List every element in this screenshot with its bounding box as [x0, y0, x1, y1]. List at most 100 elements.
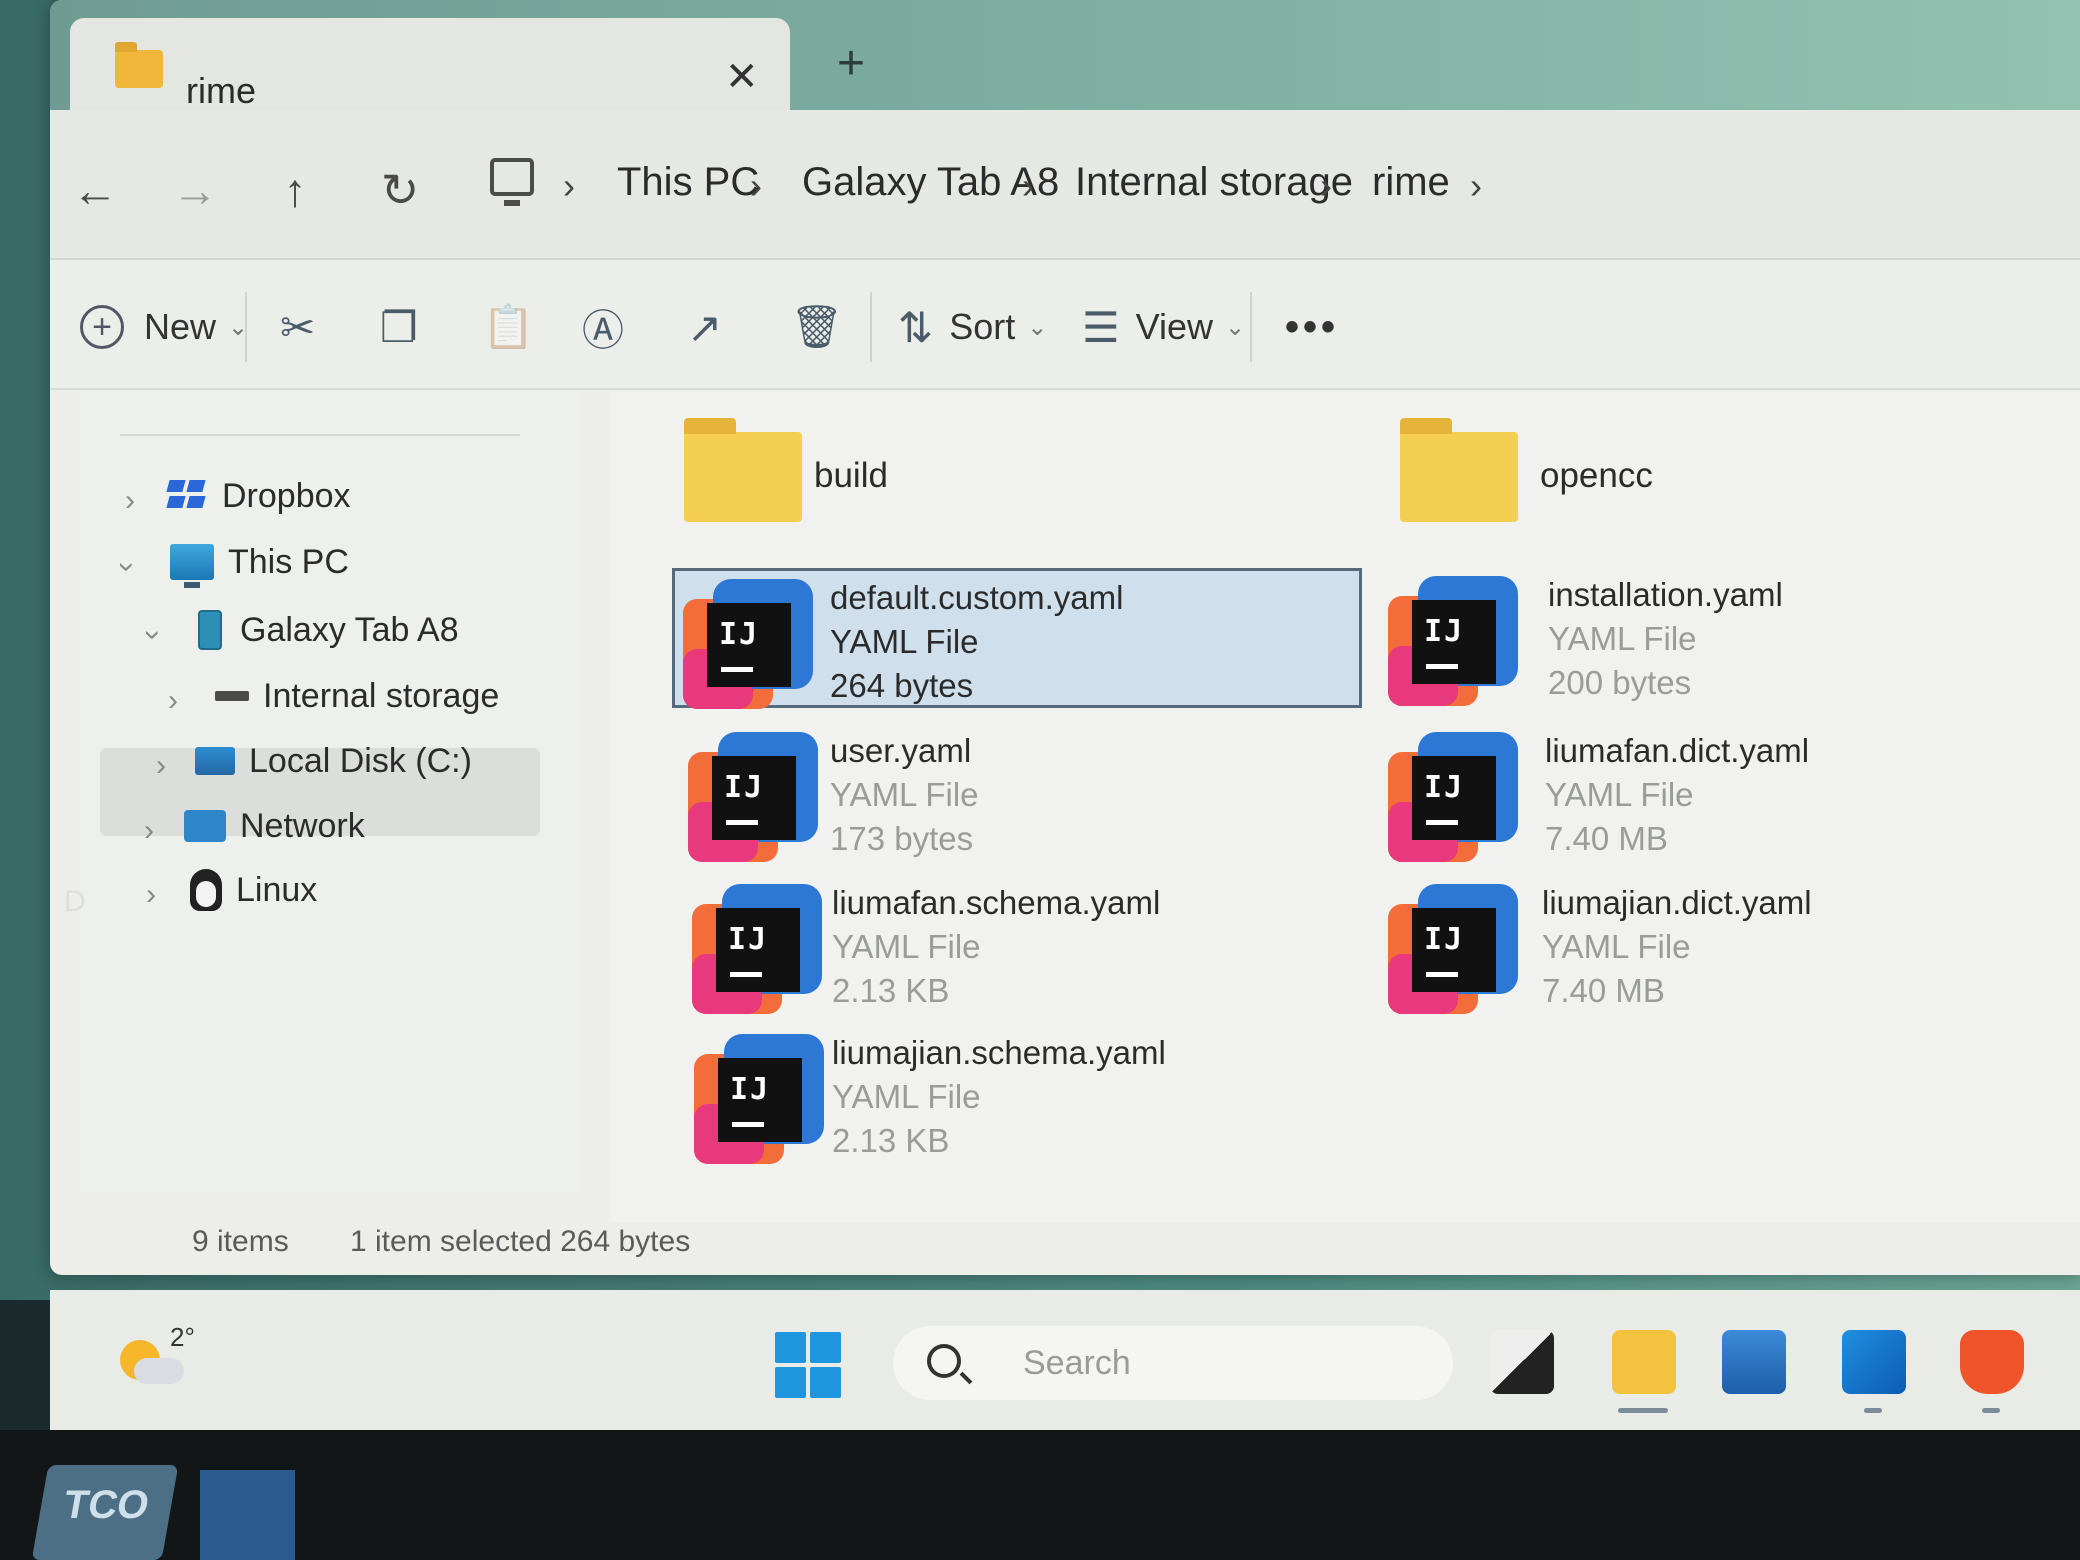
file-item[interactable]: IJ user.yaml YAML File 173 bytes [680, 724, 1370, 864]
sidebar-item-local-disk[interactable]: Local Disk (C:) [195, 725, 472, 797]
file-type: YAML File [830, 623, 979, 660]
running-app-indicator [1864, 1408, 1882, 1413]
close-tab-button[interactable]: ✕ [725, 54, 759, 100]
sidebar-item-dropbox[interactable]: Dropbox [166, 460, 351, 532]
sidebar-item-this-pc[interactable]: This PC [170, 526, 349, 598]
sort-button[interactable]: ⇅ Sort ⌄ [898, 302, 1047, 352]
sidebar-item-label: Internal storage [263, 676, 500, 715]
divider [245, 292, 247, 362]
chevron-down-icon: ⌄ [1225, 313, 1246, 341]
paste-button[interactable]: 📋 [482, 302, 534, 352]
file-explorer-window: rime ✕ + ← → ↑ ↻ › This PC › Galaxy Tab … [50, 0, 2080, 1275]
file-item[interactable]: IJ liumafan.schema.yaml YAML File 2.13 K… [684, 876, 1374, 1016]
chevron-right-icon[interactable]: › [1320, 165, 1332, 207]
taskbar-search-input[interactable]: Search [893, 1326, 1453, 1400]
more-options-button[interactable]: ••• [1285, 302, 1339, 352]
copy-button[interactable]: ❐ [380, 302, 418, 352]
view-button[interactable]: ☰ View ⌄ [1082, 302, 1245, 352]
chevron-right-icon[interactable]: › [125, 484, 135, 518]
windows-start-icon[interactable] [775, 1332, 841, 1398]
file-name: default.custom.yaml [830, 579, 1124, 616]
file-type: YAML File [832, 1078, 981, 1115]
file-type: YAML File [830, 776, 979, 813]
back-button[interactable]: ← [60, 155, 130, 225]
folder-item-build[interactable]: build [674, 414, 1364, 554]
delete-button[interactable]: 🗑 [790, 302, 843, 352]
chevron-down-icon: ⌄ [1027, 313, 1048, 341]
chevron-right-icon[interactable]: › [168, 684, 178, 718]
outlook-icon[interactable] [1842, 1330, 1906, 1394]
title-bar: rime ✕ + [50, 0, 2080, 113]
view-label: View [1135, 306, 1214, 347]
sort-label: Sort [949, 306, 1016, 347]
up-button[interactable]: ↑ [260, 155, 330, 225]
sidebar-item-network[interactable]: Network [184, 790, 365, 862]
file-item[interactable]: IJ liumajian.dict.yaml YAML File 7.40 MB [1380, 876, 2070, 1016]
chevron-right-icon[interactable]: › [1470, 165, 1482, 207]
ellipsis-icon: ••• [1285, 304, 1340, 349]
brave-browser-icon[interactable] [1960, 1330, 2024, 1394]
chevron-right-icon[interactable]: › [563, 165, 575, 207]
file-size: 200 bytes [1548, 664, 1692, 701]
sidebar-item-internal-storage[interactable]: Internal storage [215, 660, 499, 732]
item-count: 9 items [192, 1225, 289, 1258]
tablet-icon [198, 610, 222, 650]
chevron-right-icon[interactable]: › [750, 165, 762, 207]
breadcrumb-this-pc[interactable]: This PC [617, 160, 759, 205]
file-item[interactable]: IJ liumajian.schema.yaml YAML File 2.13 … [686, 1026, 1376, 1166]
active-app-indicator [1618, 1408, 1668, 1413]
monitor-bezel [0, 1430, 2080, 1560]
chevron-right-icon[interactable]: › [156, 749, 166, 783]
divider [120, 434, 520, 436]
side-mark: D [64, 885, 86, 918]
chevron-right-icon[interactable]: › [1022, 165, 1034, 207]
file-size: 7.40 MB [1542, 972, 1665, 1009]
file-item[interactable]: IJ installation.yaml YAML File 200 bytes [1380, 568, 2070, 708]
new-tab-button[interactable]: + [837, 36, 865, 91]
breadcrumb-internal-storage[interactable]: Internal storage [1075, 160, 1353, 205]
breadcrumb-rime[interactable]: rime [1372, 160, 1450, 205]
file-size: 264 bytes [830, 667, 974, 704]
cut-button[interactable]: ✂ [280, 302, 315, 352]
search-icon [927, 1344, 961, 1378]
file-type: YAML File [832, 928, 981, 965]
intellij-file-icon: IJ [688, 732, 818, 862]
sidebar-item-label: Local Disk (C:) [249, 741, 472, 780]
folder-icon [1400, 418, 1518, 522]
file-item[interactable]: IJ default.custom.yaml YAML File 264 byt… [672, 568, 1362, 709]
file-size: 2.13 KB [832, 1122, 950, 1159]
trash-icon: 🗑 [790, 302, 844, 350]
refresh-button[interactable]: ↻ [365, 155, 435, 225]
tab-rime[interactable]: rime ✕ [70, 18, 790, 113]
new-label: New [144, 306, 217, 347]
chevron-right-icon[interactable]: › [146, 878, 156, 912]
divider [870, 292, 872, 362]
chevron-down-icon[interactable]: › [110, 562, 144, 572]
clipboard-icon: 📋 [482, 302, 535, 350]
task-view-icon[interactable] [1490, 1330, 1554, 1394]
store-icon[interactable] [1722, 1330, 1786, 1394]
intellij-file-icon: IJ [1388, 732, 1518, 862]
sidebar-item-linux[interactable]: Linux [190, 854, 317, 926]
file-item[interactable]: IJ liumafan.dict.yaml YAML File 7.40 MB [1380, 724, 2070, 864]
monitor-icon[interactable] [490, 158, 534, 206]
rename-button[interactable]: Ⓐ [582, 302, 624, 354]
drive-icon [215, 691, 249, 701]
divider [1250, 292, 1252, 362]
sidebar-item-label: Galaxy Tab A8 [240, 610, 459, 649]
intellij-file-icon: IJ [692, 884, 822, 1014]
forward-button[interactable]: → [160, 155, 230, 225]
sidebar-item-galaxy-tab[interactable]: Galaxy Tab A8 [198, 594, 459, 666]
command-bar: + New ⌄ ✂ ❐ 📋 Ⓐ ↗ 🗑 ⇅ Sort ⌄ ☰ View ⌄ ••… [50, 262, 2080, 390]
folder-item-opencc[interactable]: opencc [1390, 414, 2080, 554]
search-placeholder: Search [1023, 1344, 1131, 1382]
chevron-down-icon[interactable]: › [136, 630, 170, 640]
file-list: build opencc IJ default.custom.yaml YAML… [610, 392, 2080, 1222]
new-button[interactable]: + New ⌄ [80, 302, 248, 352]
breadcrumb-galaxy-tab[interactable]: Galaxy Tab A8 [802, 160, 1059, 205]
share-button[interactable]: ↗ [687, 302, 722, 352]
file-explorer-icon[interactable] [1612, 1330, 1676, 1394]
sidebar-item-label: This PC [228, 542, 349, 581]
selection-info: 1 item selected 264 bytes [350, 1225, 691, 1258]
chevron-right-icon[interactable]: › [144, 814, 154, 848]
